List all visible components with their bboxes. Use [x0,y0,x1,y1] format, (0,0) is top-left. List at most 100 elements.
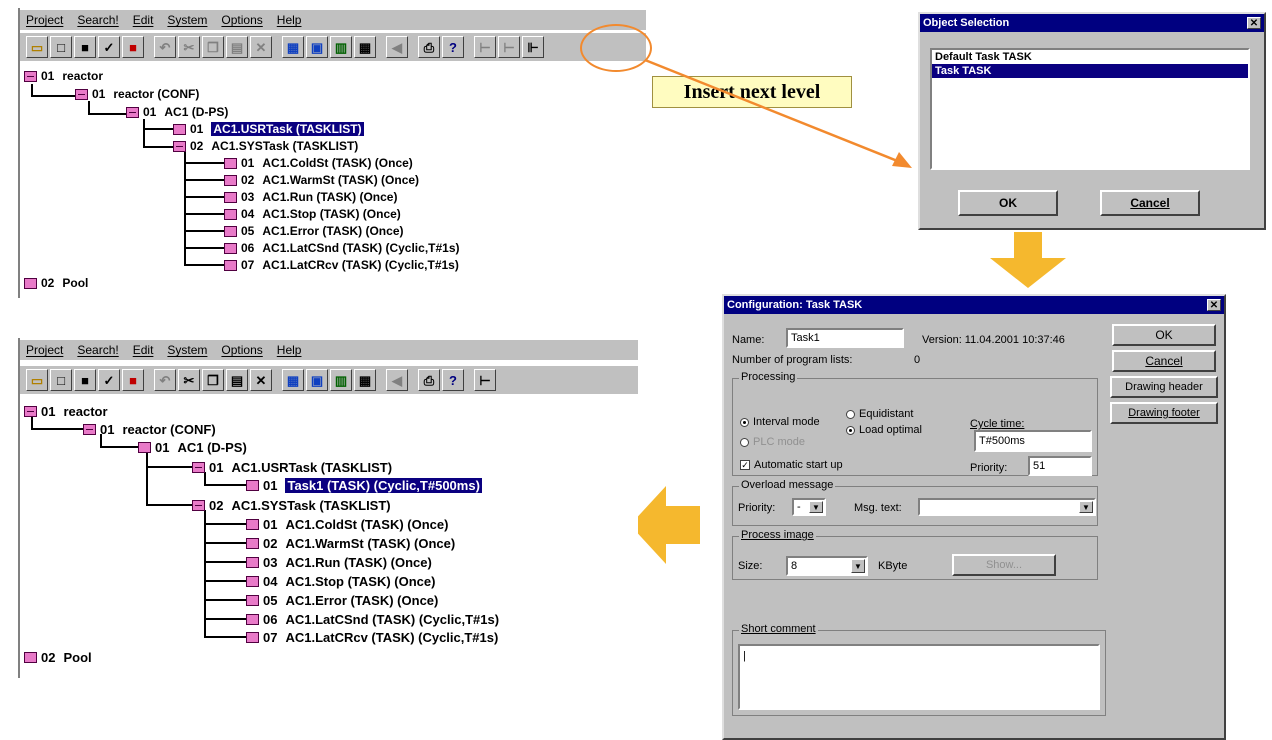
ok-button[interactable]: OK [958,190,1058,216]
menu-project[interactable]: Project [26,343,63,357]
save-icon[interactable]: ■ [74,369,96,391]
print-icon[interactable]: ⎙ [418,369,440,391]
chevron-down-icon[interactable]: ▼ [809,501,823,513]
cut-icon[interactable]: ✂ [178,369,200,391]
size-label: Size: [738,560,763,572]
tree-node[interactable]: 06 AC1.LatCSnd (TASK) (Cyclic,T#1s) [246,610,499,628]
insert-level-icon[interactable]: ⊢ [474,369,496,391]
cancel-button[interactable]: Cancel [1100,190,1200,216]
node-icon [24,651,37,663]
radio-icon [740,417,749,427]
node-icon [192,461,205,473]
tree-node[interactable]: 01 AC1.USRTask (TASKLIST) [192,458,392,476]
kbyte-label: KByte [878,560,908,572]
object-selection-dialog: Object Selection ✕ Default Task TASK Tas… [918,12,1266,230]
undo-icon[interactable]: ↶ [154,369,176,391]
configuration-dialog: Configuration: Task TASK ✕ Name: Task1 V… [722,294,1226,740]
drawing-footer-button[interactable]: Drawing footer [1110,402,1218,424]
window-icon[interactable]: ▣ [306,369,328,391]
tree-node[interactable]: 02 Pool [24,648,92,666]
cycle-time-label: Cycle time: [970,418,1025,430]
node-icon [24,405,37,417]
list-item-selected[interactable]: Task TASK [932,64,1248,78]
cancel-button[interactable]: Cancel [1112,350,1216,372]
bottom-toolbar: ▭ □ ■ ✓ ■ ↶ ✂ ❐ ▤ ✕ ▦ ▣ ▥ ▦ ◀ ⎙ ? ⊢ [20,366,638,394]
priority-label: Priority: [970,462,1008,474]
radio-icon [846,425,855,435]
stop-icon[interactable]: ■ [122,369,144,391]
tree-node[interactable]: 01 AC1.ColdSt (TASK) (Once) [246,515,448,533]
num-lists-label: Number of program lists: [732,354,853,366]
priority-field[interactable]: 51 [1028,456,1092,476]
msg-text-select[interactable]: ▼ [918,498,1096,516]
tree-node[interactable]: 03 AC1.Run (TASK) (Once) [246,553,432,571]
close-icon[interactable]: ✕ [1247,17,1261,29]
ok-button[interactable]: OK [1112,324,1216,346]
chevron-down-icon[interactable]: ▼ [1079,501,1093,513]
node-icon [246,518,259,530]
equidistant-radio[interactable]: Equidistant [846,408,913,420]
tree-node[interactable]: 05 AC1.Error (TASK) (Once) [246,591,438,609]
short-comment-field[interactable]: | [738,644,1100,710]
grid-icon[interactable]: ▥ [330,369,352,391]
node-icon [246,479,259,491]
size-select[interactable]: 8 ▼ [786,556,868,576]
object-list[interactable]: Default Task TASK Task TASK [930,48,1250,170]
tree-node[interactable]: 04 AC1.Stop (TASK) (Once) [246,572,435,590]
tree-node-selected[interactable]: 01 Task1 (TASK) (Cyclic,T#500ms) [246,476,482,494]
properties-icon[interactable]: ▦ [282,369,304,391]
delete-icon[interactable]: ✕ [250,369,272,391]
help-icon[interactable]: ? [442,369,464,391]
node-icon [246,631,259,643]
node-icon [83,423,96,435]
drawing-header-button[interactable]: Drawing header [1110,376,1218,398]
node-icon [192,499,205,511]
tree-node[interactable]: 01 reactor [24,402,108,420]
show-button[interactable]: Show... [952,554,1056,576]
list-item[interactable]: Default Task TASK [932,50,1248,64]
name-label: Name: [732,334,765,346]
new-icon[interactable]: □ [50,369,72,391]
close-icon[interactable]: ✕ [1207,299,1221,311]
check-icon[interactable]: ✓ [98,369,120,391]
menu-help[interactable]: Help [277,343,302,357]
overload-priority-label: Priority: [738,502,776,514]
interval-mode-radio[interactable]: Interval mode [740,416,820,428]
radio-icon [740,437,749,447]
version-label: Version: 11.04.2001 10:37:46 [922,334,1065,346]
num-lists-value: 0 [914,354,921,366]
radio-icon [846,409,855,419]
overload-priority-select[interactable]: - ▼ [792,498,826,516]
cycle-time-field[interactable]: T#500ms [974,430,1092,452]
name-field[interactable]: Task1 [786,328,904,348]
menu-options[interactable]: Options [221,343,262,357]
node-icon [246,575,259,587]
bottom-menubar: Project Search! Edit System Options Help [20,340,638,360]
node-icon [246,556,259,568]
chevron-down-icon[interactable]: ▼ [851,559,865,573]
object-selection-titlebar: Object Selection ✕ [920,14,1264,32]
left-arrow-icon [630,486,700,564]
node-icon [246,537,259,549]
tree-node[interactable]: 02 AC1.SYSTask (TASKLIST) [192,496,391,514]
tree-node[interactable]: 07 AC1.LatCRcv (TASK) (Cyclic,T#1s) [246,628,498,646]
node-icon [138,441,151,453]
down-arrow-icon [990,232,1066,288]
auto-start-checkbox[interactable]: ✓ Automatic start up [740,459,843,471]
table-icon[interactable]: ▦ [354,369,376,391]
open-icon[interactable]: ▭ [26,369,48,391]
paste-icon[interactable]: ▤ [226,369,248,391]
back-icon[interactable]: ◀ [386,369,408,391]
menu-edit[interactable]: Edit [133,343,154,357]
tree-node[interactable]: 01 reactor (CONF) [83,420,216,438]
configuration-titlebar: Configuration: Task TASK ✕ [724,296,1224,314]
plc-mode-radio[interactable]: PLC mode [740,436,805,448]
tree-node[interactable]: 01 AC1 (D-PS) [138,438,247,456]
menu-search[interactable]: Search! [77,343,118,357]
node-icon [246,613,259,625]
tree-node[interactable]: 02 AC1.WarmSt (TASK) (Once) [246,534,455,552]
copy-icon[interactable]: ❐ [202,369,224,391]
load-optimal-radio[interactable]: Load optimal [846,424,922,436]
check-icon: ✓ [740,460,750,471]
menu-system[interactable]: System [167,343,207,357]
